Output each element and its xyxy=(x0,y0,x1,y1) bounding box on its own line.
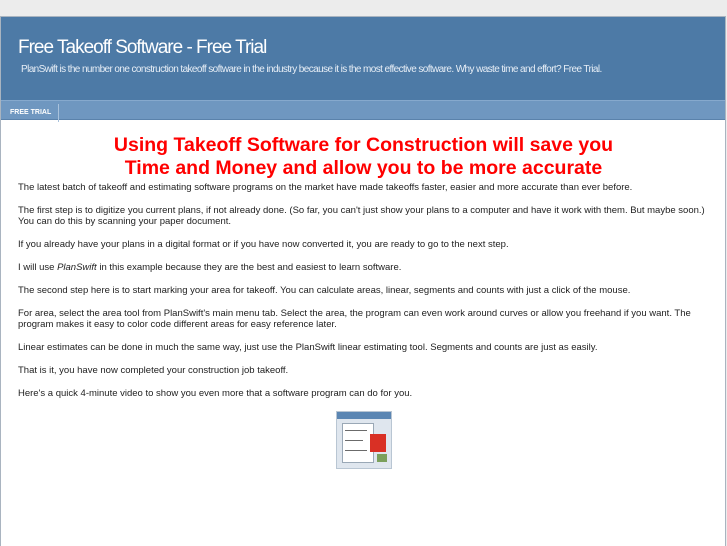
paragraph: If you already have your plans in a digi… xyxy=(18,239,509,250)
paragraph: The second step here is to start marking… xyxy=(18,285,631,296)
nav-tab-free-trial[interactable]: FREE TRIAL xyxy=(1,104,60,122)
planswift-text-before: I will use xyxy=(18,262,58,273)
paragraph-planswift: I will use PlanSwift in this example bec… xyxy=(18,262,709,273)
planswift-text-after: in this example because they are the bes… xyxy=(96,262,402,273)
planswift-emphasis: PlanSwift xyxy=(57,262,97,273)
headline-line-2: Time and Money and allow you to be more … xyxy=(124,157,603,179)
headline-line-1: Using Takeoff Software for Construction … xyxy=(113,134,614,156)
paragraph: The first step is to digitize you curren… xyxy=(18,205,705,227)
site-tagline: PlanSwift is the number one construction… xyxy=(21,64,602,75)
nav-bar: FREE TRIAL xyxy=(1,100,725,122)
paragraph: For area, select the area tool from Plan… xyxy=(18,308,691,330)
site-title[interactable]: Free Takeoff Software - Free Trial xyxy=(18,37,267,59)
video-thumbnail[interactable] xyxy=(335,411,392,469)
page-frame: Free Takeoff Software - Free Trial PlanS… xyxy=(0,16,726,546)
paragraph: Here's a quick 4-minute video to show yo… xyxy=(18,388,413,399)
paragraph: That is it, you have now completed your … xyxy=(18,365,289,376)
main-content: Using Takeoff Software for Construction … xyxy=(1,134,725,469)
paragraph: Linear estimates can be done in much the… xyxy=(18,342,598,353)
paragraph: The latest batch of takeoff and estimati… xyxy=(18,182,633,193)
article-headline: Using Takeoff Software for Construction … xyxy=(18,134,709,180)
site-header: Free Takeoff Software - Free Trial PlanS… xyxy=(1,17,725,100)
